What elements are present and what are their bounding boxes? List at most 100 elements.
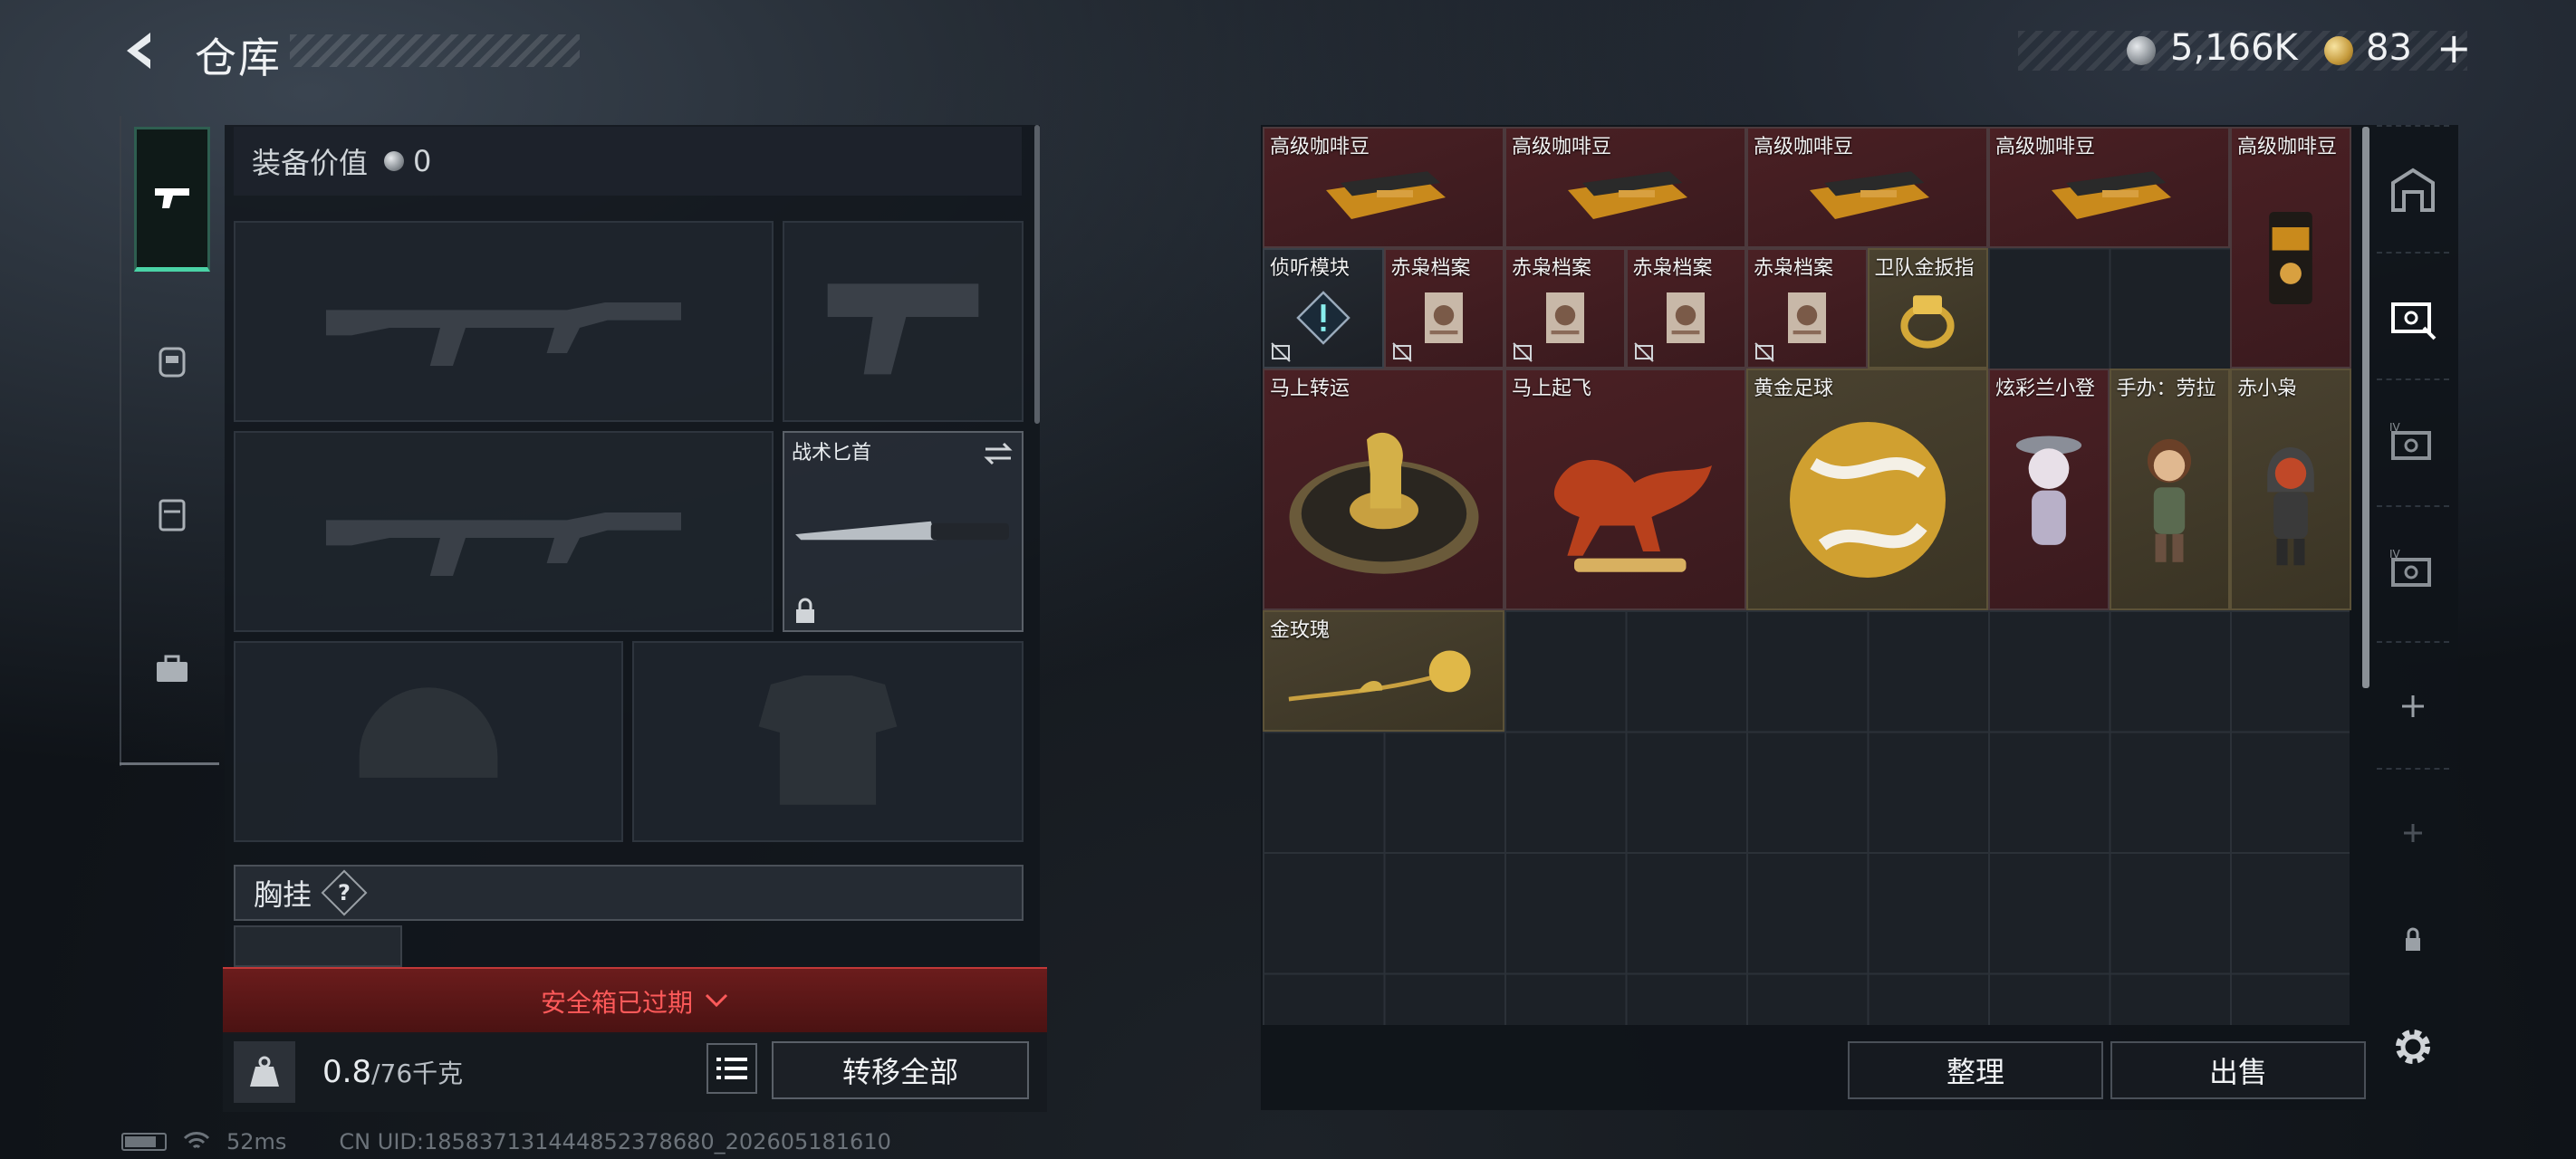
tab-toolbox[interactable] xyxy=(134,596,210,741)
weight-readout: 0.8/76千克 xyxy=(322,1054,463,1090)
item-label: 高级咖啡豆 xyxy=(1995,136,2096,158)
primary-weapon-slot[interactable] xyxy=(234,221,774,422)
inventory-item[interactable]: 高级咖啡豆 xyxy=(1746,127,1988,248)
inventory-item[interactable]: 马上转运 xyxy=(1263,369,1504,610)
item-label: 卫队金扳指 xyxy=(1874,256,1975,280)
list-view-button[interactable] xyxy=(706,1043,757,1094)
untradeable-icon xyxy=(1271,342,1291,362)
helmet-slot[interactable] xyxy=(234,641,623,842)
rail-stash-3[interactable]: IV xyxy=(2377,505,2449,634)
inventory-item[interactable]: 手办：劳拉 xyxy=(2109,369,2230,610)
toolbox-icon xyxy=(157,655,187,682)
body-armor-slot[interactable] xyxy=(632,641,1024,842)
rail-stash-1[interactable] xyxy=(2377,252,2449,380)
rifle-silhouette-icon xyxy=(326,512,681,576)
add-currency-button[interactable]: + xyxy=(2437,24,2472,72)
back-button[interactable] xyxy=(116,27,163,74)
tab-backpack[interactable] xyxy=(134,442,210,587)
item-label: 高级咖啡豆 xyxy=(2237,136,2338,158)
backpack-icon xyxy=(159,499,186,532)
inventory-scrollbar[interactable] xyxy=(2362,127,2369,688)
item-coffee-icon xyxy=(1990,148,2228,246)
equipment-value-bar: 装备价值 0 xyxy=(234,127,1022,196)
plus-icon xyxy=(2404,824,2422,842)
chevron-down-icon xyxy=(705,993,728,1008)
rail-locked[interactable] xyxy=(2377,895,2449,985)
rail-stash-main[interactable] xyxy=(2377,125,2449,254)
inventory-item[interactable]: 高级咖啡豆 xyxy=(1988,127,2230,248)
item-coffee-icon xyxy=(1264,148,1503,246)
item-label: 赤小枭 xyxy=(2237,378,2298,400)
item-coffee-icon xyxy=(1506,148,1745,246)
item-rose-icon xyxy=(1264,632,1503,730)
ping-readout: 52ms xyxy=(226,1129,287,1154)
uid-readout: CN UID:1858371314448523786​80_2026051816… xyxy=(339,1129,891,1154)
safebox-expired-text: 安全箱已过期 xyxy=(540,988,693,1018)
item-label: 高级咖啡豆 xyxy=(1512,136,1612,158)
sell-button[interactable]: 出售 xyxy=(2110,1041,2366,1099)
item-coffee-bag-icon xyxy=(2232,148,2350,367)
tabs-divider xyxy=(120,762,219,765)
item-label: 手办：劳拉 xyxy=(2116,378,2216,400)
untradeable-icon xyxy=(1391,342,1412,362)
status-bar: 52ms CN UID:1858371314448523786​80_20260… xyxy=(121,1128,891,1155)
inventory-item[interactable]: 炫彩兰小登 xyxy=(1988,369,2110,610)
inventory-item[interactable]: 赤枭档案 xyxy=(1504,247,1626,369)
item-horse-icon xyxy=(1506,390,1745,608)
lock-icon xyxy=(2406,927,2420,951)
sidearm-slot[interactable] xyxy=(783,221,1024,422)
item-label: 金玫瑰 xyxy=(1270,619,1331,642)
category-tabs xyxy=(120,116,221,766)
item-label: 马上起飞 xyxy=(1512,378,1592,400)
help-icon[interactable]: ? xyxy=(321,869,368,916)
chest-rig-slot[interactable] xyxy=(234,925,402,967)
rail-stash-2[interactable]: IV xyxy=(2377,378,2449,507)
weight-max: /76千克 xyxy=(371,1058,464,1088)
helmet-silhouette-icon xyxy=(359,687,498,778)
rail-add-1[interactable] xyxy=(2377,641,2449,770)
item-figure-a-icon xyxy=(1990,390,2108,608)
inventory-item[interactable]: 赤枭档案 xyxy=(1625,247,1746,369)
gold-balance: 83 xyxy=(2366,27,2412,69)
secondary-weapon-slot[interactable] xyxy=(234,431,774,632)
chest-rig-label: 胸挂 xyxy=(254,877,312,912)
safebox-expired-banner[interactable]: 安全箱已过期 xyxy=(223,967,1047,1034)
inventory-item[interactable]: 赤小枭 xyxy=(2230,369,2351,610)
item-label: 高级咖啡豆 xyxy=(1754,136,1854,158)
item-label: 赤枭档案 xyxy=(1754,256,1834,280)
inventory-item[interactable]: 高级咖啡豆 xyxy=(2230,127,2351,369)
lock-icon xyxy=(796,598,814,623)
inventory-item[interactable]: 马上起飞 xyxy=(1504,369,1746,610)
transfer-all-button[interactable]: 转移全部 xyxy=(772,1041,1029,1099)
melee-slot[interactable]: 战术匕首 xyxy=(783,431,1024,632)
rail-add-2[interactable] xyxy=(2377,768,2449,896)
inventory-item[interactable]: 黄金足球 xyxy=(1746,369,1988,610)
inventory-item[interactable]: 侦听模块 xyxy=(1263,247,1384,369)
equipment-scrollbar[interactable] xyxy=(1034,125,1040,424)
inventory-item[interactable]: 高级咖啡豆 xyxy=(1263,127,1504,248)
weight-icon xyxy=(234,1041,295,1103)
silver-coin-icon xyxy=(384,151,405,171)
item-ring-icon xyxy=(1870,270,1987,368)
tab-weapons[interactable] xyxy=(134,127,210,272)
tab-armor[interactable] xyxy=(134,288,210,433)
equipment-value: 0 xyxy=(413,144,432,178)
sort-button[interactable]: 整理 xyxy=(1848,1041,2103,1099)
item-coffee-icon xyxy=(1748,148,1986,246)
settings-gear-icon[interactable] xyxy=(2388,1021,2438,1072)
title-decoration xyxy=(290,34,580,67)
item-label: 马上转运 xyxy=(1270,378,1350,400)
inventory-item[interactable]: 卫队金扳指 xyxy=(1867,247,1988,369)
inventory-item[interactable]: 金玫瑰 xyxy=(1263,610,1504,732)
untradeable-icon xyxy=(1513,342,1533,362)
item-wheel-icon xyxy=(1264,390,1503,608)
pistol-icon xyxy=(155,188,189,208)
item-label: 黄金足球 xyxy=(1754,378,1834,400)
container-rail: IV IV xyxy=(2377,125,2449,1030)
inventory-item[interactable]: 赤枭档案 xyxy=(1383,247,1504,369)
equipment-value-label: 装备价值 xyxy=(252,146,369,180)
inventory-item[interactable]: 赤枭档案 xyxy=(1746,247,1868,369)
inventory-item[interactable]: 高级咖啡豆 xyxy=(1504,127,1746,248)
weight-current: 0.8 xyxy=(322,1054,372,1090)
wifi-icon xyxy=(183,1132,210,1149)
